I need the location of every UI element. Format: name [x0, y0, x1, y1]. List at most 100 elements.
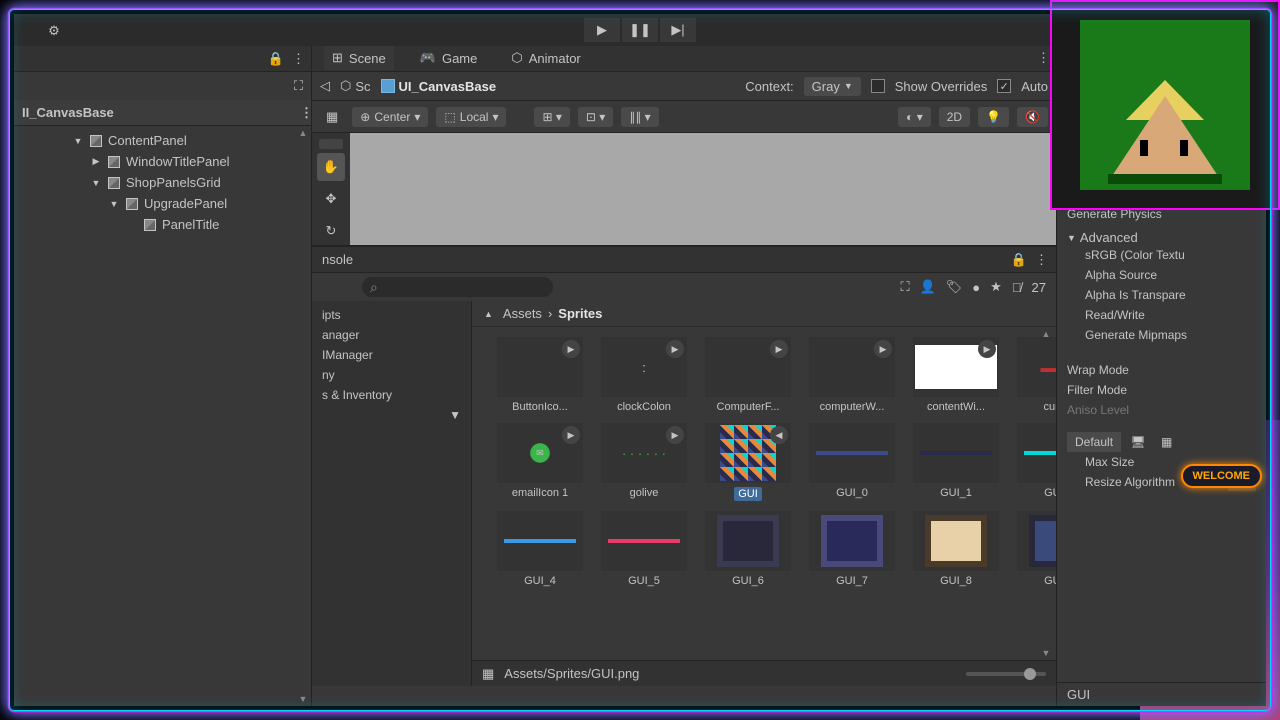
back-icon[interactable]: ◁: [320, 78, 330, 94]
asset-item[interactable]: GUI_5: [596, 511, 692, 587]
context-dropdown[interactable]: Gray▼: [804, 77, 861, 96]
inspector-property[interactable]: Generate Mipmaps: [1067, 325, 1256, 345]
asset-item[interactable]: ▶ComputerF...: [700, 337, 796, 413]
rotate-tool-icon[interactable]: ↻: [317, 217, 345, 245]
asset-item[interactable]: GUI_7: [804, 511, 900, 587]
breadcrumb-root[interactable]: Assets: [503, 306, 542, 321]
scene-tabs: ⊞Scene 🎮Game ⬡Animator ⋮: [312, 46, 1056, 72]
folder-item[interactable]: anager: [312, 325, 471, 345]
menu-icon[interactable]: ⋮: [300, 105, 311, 121]
footer-path: Assets/Sprites/GUI.png: [504, 666, 639, 681]
menu-icon[interactable]: ⋮: [1035, 252, 1046, 268]
thumbnail-size-slider[interactable]: [966, 672, 1046, 676]
hierarchy-header: ⛶: [14, 72, 311, 100]
breadcrumb: ▲ Assets › Sprites: [472, 301, 1056, 327]
space-dropdown[interactable]: ⬚ Local ▾: [436, 107, 506, 127]
asset-item[interactable]: GUI_8: [908, 511, 1004, 587]
prefab-crumb-current[interactable]: UI_CanvasBase: [381, 79, 497, 94]
step-button[interactable]: ▶|: [660, 18, 696, 42]
pause-button[interactable]: ❚❚: [622, 18, 658, 42]
search-input[interactable]: [362, 277, 553, 297]
asset-item[interactable]: · · · · · ·▶golive: [596, 423, 692, 501]
asset-grid[interactable]: ▶ButtonIco...:▶clockColon▶ComputerF...▶c…: [472, 327, 1056, 660]
favorite-icon[interactable]: ★: [990, 279, 1002, 295]
move-tool-icon[interactable]: ✥: [317, 185, 345, 213]
folder-item[interactable]: s & Inventory: [312, 385, 471, 405]
sprite-preview-overlay: [1050, 0, 1280, 210]
project-folders[interactable]: iptsanagerIManagernys & Inventory▼: [312, 301, 472, 686]
welcome-neon-sign: WELCOME: [1181, 464, 1262, 488]
grid-snap-button[interactable]: ⊞ ▾: [534, 107, 569, 127]
inspector-property[interactable]: Alpha Source: [1067, 265, 1256, 285]
asset-item[interactable]: ✉▶emailIcon 1: [492, 423, 588, 501]
play-button[interactable]: ▶: [584, 18, 620, 42]
prefab-crumb-scene[interactable]: ⬡Sc: [340, 78, 371, 94]
audio-toggle[interactable]: 🔇: [1017, 107, 1048, 127]
advanced-section[interactable]: ▼ Advanced: [1067, 230, 1256, 245]
tab-animator[interactable]: ⬡Animator: [503, 46, 588, 70]
asset-item[interactable]: :▶clockColon: [596, 337, 692, 413]
menu-icon[interactable]: ⋮: [292, 51, 303, 67]
breadcrumb-current[interactable]: Sprites: [558, 306, 602, 321]
scene-viewport[interactable]: ✋ ✥ ↻: [312, 133, 1056, 245]
snap-settings-button[interactable]: ∥∥ ▾: [621, 107, 658, 127]
inspector-property[interactable]: Alpha Is Transpare: [1067, 285, 1256, 305]
asset-item[interactable]: GUI_1: [908, 423, 1004, 501]
show-overrides-label: Show Overrides: [895, 79, 987, 94]
asset-item[interactable]: ▶ButtonIco...: [492, 337, 588, 413]
inspector-property[interactable]: Wrap Mode: [1067, 360, 1256, 380]
pivot-dropdown[interactable]: ⊕ Center ▾: [352, 107, 428, 127]
chevron-down-icon[interactable]: ▼: [312, 405, 471, 425]
asset-item[interactable]: ▶contentWi...: [908, 337, 1004, 413]
inspector-property[interactable]: Filter Mode: [1067, 380, 1256, 400]
hierarchy-item[interactable]: ▼ShopPanelsGrid: [14, 172, 311, 193]
tool-handle-icon[interactable]: ▦: [320, 109, 344, 125]
hidden-icon[interactable]: 👁̸: [1012, 280, 1022, 295]
snap-increment-button[interactable]: ⊡ ▾: [578, 107, 613, 127]
prefab-icon: [381, 79, 395, 93]
filter-icon[interactable]: ⛶: [900, 279, 909, 295]
folder-item[interactable]: ipts: [312, 305, 471, 325]
hierarchy-root[interactable]: II_CanvasBase ⋮: [14, 100, 311, 126]
hierarchy-item[interactable]: PanelTitle: [14, 214, 311, 235]
tab-game[interactable]: 🎮Game: [412, 46, 486, 70]
inspector-property[interactable]: Aniso Level: [1067, 400, 1256, 420]
settings-icon[interactable]: ⚙: [42, 19, 66, 43]
type-filter-icon[interactable]: ●: [972, 280, 980, 295]
inspector-footer: GUI: [1057, 682, 1266, 706]
asset-item[interactable]: GUI_6: [700, 511, 796, 587]
sprite-character: [1080, 20, 1250, 190]
label-filter-icon[interactable]: 🏷: [946, 279, 963, 295]
asset-item[interactable]: GUI_0: [804, 423, 900, 501]
hierarchy-filter-icon[interactable]: 👤: [920, 279, 936, 295]
inspector-property[interactable]: sRGB (Color Textu: [1067, 245, 1256, 265]
hierarchy-item[interactable]: ▶WindowTitlePanel: [14, 151, 311, 172]
hierarchy-item[interactable]: ▼ContentPanel: [14, 130, 311, 151]
collapse-icon[interactable]: ▲: [484, 309, 493, 319]
lighting-toggle[interactable]: 💡: [978, 107, 1009, 127]
expand-icon[interactable]: ⛶: [294, 78, 303, 94]
auto-label: Auto: [1021, 79, 1048, 94]
menu-icon[interactable]: ⋮: [1037, 50, 1048, 66]
prefab-bar: ◁ ⬡Sc UI_CanvasBase Context: Gray▼ Show …: [312, 72, 1056, 102]
folder-item[interactable]: ny: [312, 365, 471, 385]
show-overrides-checkbox[interactable]: [871, 79, 885, 93]
2d-toggle[interactable]: 2D: [939, 107, 970, 127]
console-tab[interactable]: nsole 🔒 ⋮: [312, 247, 1056, 273]
folder-item[interactable]: IManager: [312, 345, 471, 365]
asset-item[interactable]: ▶computerW...: [804, 337, 900, 413]
context-label: Context:: [745, 79, 793, 94]
view-tool-icon[interactable]: [319, 139, 343, 149]
hierarchy-item[interactable]: ▼UpgradePanel: [14, 193, 311, 214]
auto-checkbox[interactable]: [997, 79, 1011, 93]
hierarchy-tree[interactable]: ▼ContentPanel▶WindowTitlePanel▼ShopPanel…: [14, 126, 311, 706]
hand-tool-icon[interactable]: ✋: [317, 153, 345, 181]
tab-scene[interactable]: ⊞Scene: [324, 46, 394, 70]
lock-icon[interactable]: 🔒: [268, 51, 284, 67]
inspector-property[interactable]: Read/Write: [1067, 305, 1256, 325]
draw-mode-button[interactable]: ◐ ▾: [898, 107, 931, 127]
asset-item[interactable]: GUI_4: [492, 511, 588, 587]
platform-tabs[interactable]: Default 🖥 ▦: [1067, 432, 1256, 452]
lock-icon[interactable]: 🔒: [1011, 252, 1027, 268]
asset-item[interactable]: ◀GUI: [700, 423, 796, 501]
